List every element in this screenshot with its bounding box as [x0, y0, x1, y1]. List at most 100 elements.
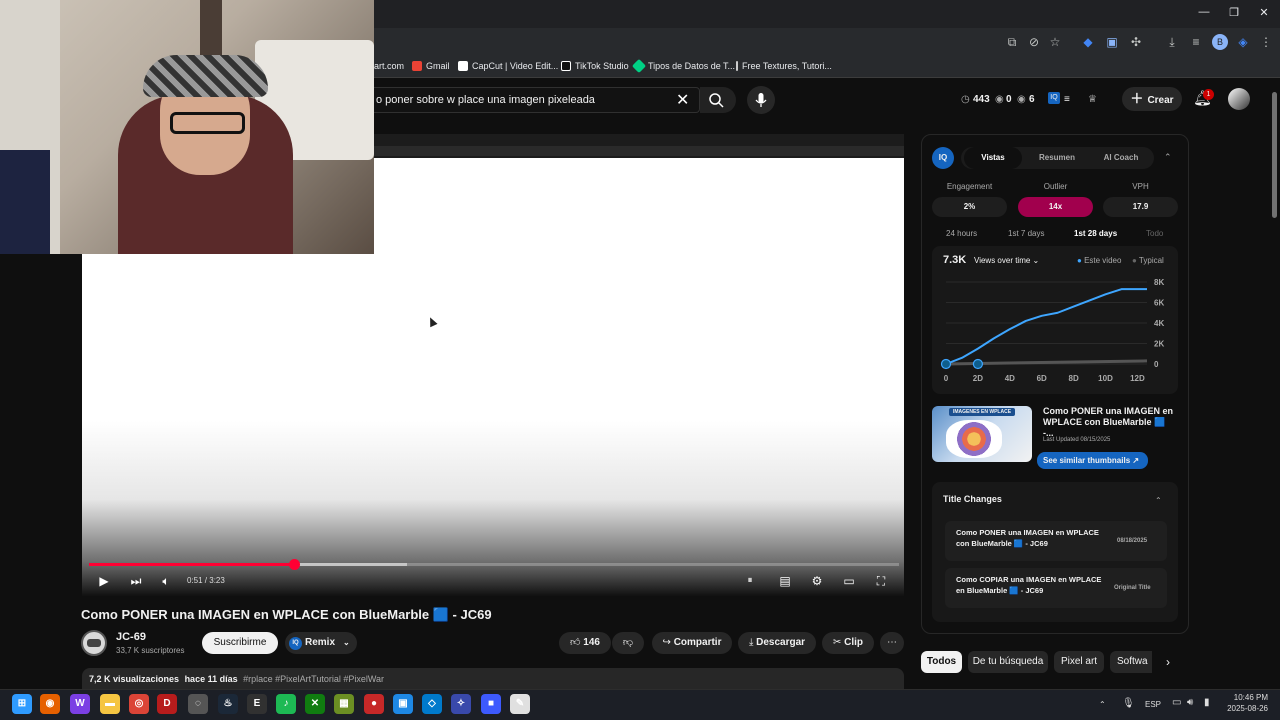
- search-input[interactable]: o poner sobre w place una imagen pixelea…: [374, 87, 700, 113]
- taskbar-app-app5-icon[interactable]: ✧: [451, 694, 471, 714]
- list-icon[interactable]: ≡: [1064, 94, 1070, 105]
- bookmark-item[interactable]: art.com: [374, 61, 404, 71]
- taskbar-app-app-icon[interactable]: W: [70, 694, 90, 714]
- clear-search-icon[interactable]: ✕: [676, 90, 689, 110]
- tray-chevron-icon[interactable]: ⌃: [1099, 700, 1106, 709]
- speaker-icon[interactable]: 🔊︎: [1187, 697, 1193, 708]
- play-icon[interactable]: ▶: [96, 573, 112, 589]
- taskbar-app-explorer-icon[interactable]: ▬: [100, 694, 120, 714]
- clock[interactable]: 10:46 PM 2025-08-26: [1226, 693, 1268, 713]
- taskbar-app-epic-icon[interactable]: E: [247, 694, 267, 714]
- voice-search-button[interactable]: [747, 86, 775, 114]
- range-option[interactable]: Todo: [1146, 229, 1163, 238]
- channel-avatar[interactable]: [81, 630, 107, 656]
- extension-icon[interactable]: ◆: [1080, 34, 1096, 50]
- battery-icon[interactable]: ▮: [1204, 697, 1210, 708]
- next-icon[interactable]: ⏭: [128, 573, 144, 589]
- shield-icon[interactable]: ◈: [1235, 34, 1251, 50]
- media-icon[interactable]: ≡: [1188, 34, 1204, 50]
- taskbar-app-vscode-icon[interactable]: ◇: [422, 694, 442, 714]
- range-option[interactable]: 1st 7 days: [1008, 229, 1044, 238]
- taskbar-app-app4-icon[interactable]: ▣: [393, 694, 413, 714]
- captions-icon[interactable]: ▤: [777, 573, 793, 589]
- collapse-icon[interactable]: ⌃: [1155, 496, 1162, 505]
- chip-software[interactable]: Softwa: [1110, 651, 1152, 673]
- tab-ai-coach[interactable]: AI Coach: [1090, 147, 1152, 169]
- thumbnail-image[interactable]: IMAGENES EN WPLACE: [932, 406, 1032, 462]
- theater-icon[interactable]: ▭: [841, 573, 857, 589]
- chip-todos[interactable]: Todos: [921, 651, 962, 673]
- share-button[interactable]: ↪ Compartir: [652, 632, 732, 654]
- dislike-button[interactable]: 👎︎: [612, 632, 644, 654]
- see-similar-button[interactable]: See similar thumbnails ↗: [1037, 452, 1148, 469]
- tab-vistas[interactable]: Vistas: [964, 147, 1022, 169]
- webcam-person-glasses: [170, 112, 245, 134]
- taskbar-app-minecraft-icon[interactable]: ▦: [334, 694, 354, 714]
- taskbar-app-app6-icon[interactable]: ✎: [510, 694, 530, 714]
- autoplay-toggle[interactable]: ⏸: [738, 573, 762, 589]
- restore-icon[interactable]: ❐: [1226, 6, 1242, 19]
- network-icon[interactable]: ▭: [1172, 697, 1181, 708]
- tab-resumen[interactable]: Resumen: [1026, 147, 1088, 169]
- hide-icon[interactable]: ⊘: [1026, 34, 1042, 50]
- settings-icon[interactable]: ⚙: [809, 573, 825, 589]
- minimize-icon[interactable]: —: [1196, 6, 1212, 18]
- language-indicator[interactable]: ESP: [1145, 700, 1161, 709]
- like-button[interactable]: 👍︎ 146: [559, 632, 611, 654]
- taskbar-app-app3-icon[interactable]: ●: [364, 694, 384, 714]
- page-scrollbar[interactable]: [1270, 82, 1280, 689]
- clip-button[interactable]: ✂ Clip: [822, 632, 874, 654]
- star-icon[interactable]: ☆: [1047, 34, 1063, 50]
- taskbar-app-roblox-icon[interactable]: ■: [481, 694, 501, 714]
- cast-icon[interactable]: ⧉: [1004, 34, 1020, 50]
- bookmark-icon: [736, 61, 738, 71]
- taskbar-app-davinci-icon[interactable]: D: [157, 694, 177, 714]
- fullscreen-icon[interactable]: ⛶: [873, 573, 889, 589]
- taskbar-app-steam-icon[interactable]: ♨: [218, 694, 238, 714]
- volume-icon[interactable]: 🔈︎: [158, 573, 174, 589]
- close-window-icon[interactable]: ✕: [1256, 6, 1272, 19]
- menu-icon[interactable]: ⋮: [1258, 34, 1274, 50]
- bookmark-item[interactable]: Gmail: [412, 61, 450, 71]
- iq-icon[interactable]: IQ: [1048, 92, 1060, 104]
- stat-a: 0: [1006, 94, 1012, 105]
- taskbar-app-firefox-icon[interactable]: ◉: [40, 694, 60, 714]
- range-option[interactable]: 24 hours: [946, 229, 977, 238]
- download-icon[interactable]: ⤓: [1164, 34, 1180, 50]
- channel-name[interactable]: JC-69: [116, 631, 146, 643]
- chart-marker[interactable]: [940, 358, 952, 370]
- plus-icon: ＋: [1130, 91, 1144, 106]
- taskbar-app-xbox-icon[interactable]: ✕: [305, 694, 325, 714]
- chip-de-tu-busqueda[interactable]: De tu búsqueda: [968, 651, 1048, 673]
- bookmark-item[interactable]: Tipos de Datos de T...: [631, 58, 735, 74]
- bookmark-item[interactable]: Free Textures, Tutori...: [736, 61, 832, 71]
- description-box[interactable]: 7,2 K visualizaciones hace 11 días #rpla…: [82, 668, 904, 690]
- search-button[interactable]: [700, 87, 736, 113]
- bookmark-item[interactable]: TikTok Studio: [561, 61, 629, 71]
- chart-selector[interactable]: Views over time ⌄: [974, 256, 1039, 265]
- trophy-icon[interactable]: ♕: [1088, 94, 1097, 105]
- chevron-right-icon[interactable]: ›: [1166, 655, 1170, 669]
- bookmark-item[interactable]: CapCut | Video Edit...: [458, 61, 558, 71]
- eye-icon: ◉: [995, 94, 1004, 105]
- taskbar-app-chrome-icon[interactable]: ◎: [129, 694, 149, 714]
- subscribe-button[interactable]: Suscribirme: [202, 632, 278, 654]
- create-button[interactable]: ＋ Crear: [1122, 87, 1182, 111]
- card-title[interactable]: Como PONER una IMAGEN en WPLACE con Blue…: [1043, 406, 1178, 439]
- range-option-selected[interactable]: 1st 28 days: [1074, 229, 1117, 238]
- gmail-icon: [412, 61, 422, 71]
- taskbar-app-app2-icon[interactable]: ◌: [188, 694, 208, 714]
- mic-tray-icon[interactable]: 🎙︎: [1122, 698, 1135, 709]
- taskbar-app-spotify-icon[interactable]: ♪: [276, 694, 296, 714]
- profile-icon[interactable]: B: [1212, 34, 1228, 50]
- chip-pixel-art[interactable]: Pixel art: [1054, 651, 1104, 673]
- taskbar-app-start-icon[interactable]: ⊞: [12, 694, 32, 714]
- download-button[interactable]: ⤓ Descargar: [738, 632, 816, 654]
- more-actions-button[interactable]: ⋯: [880, 632, 904, 654]
- puzzle-icon[interactable]: ✣: [1128, 34, 1144, 50]
- chart-marker[interactable]: [972, 358, 984, 370]
- collapse-icon[interactable]: ⌃: [1164, 152, 1172, 163]
- extension2-icon[interactable]: ▣: [1104, 34, 1120, 50]
- avatar[interactable]: [1228, 88, 1250, 110]
- progress-scrubber[interactable]: [289, 559, 300, 570]
